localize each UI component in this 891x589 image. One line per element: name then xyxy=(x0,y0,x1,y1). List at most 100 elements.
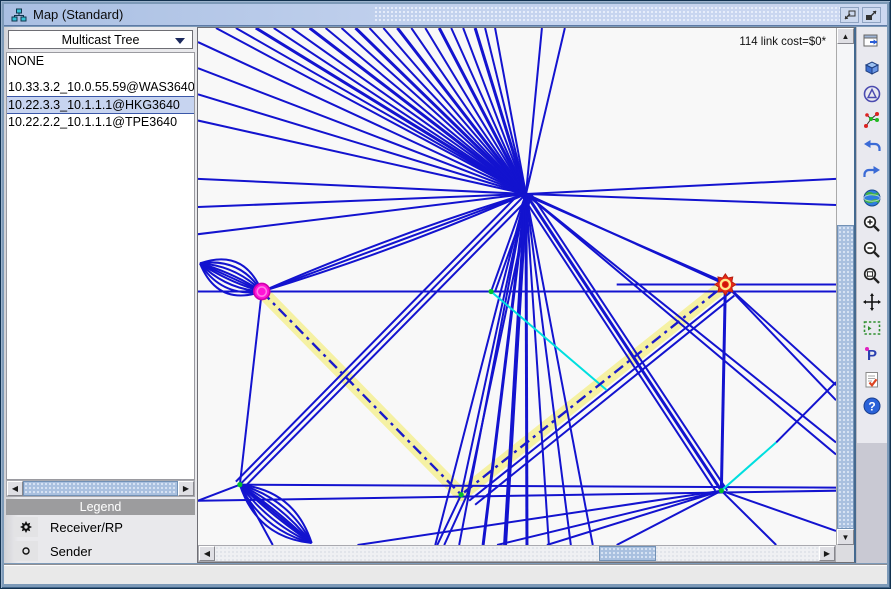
map-edge xyxy=(411,28,526,194)
map-edge xyxy=(240,485,312,543)
legend-label: Receiver/RP xyxy=(50,520,123,535)
scroll-down-button[interactable]: ▼ xyxy=(837,529,854,545)
tree-list-item[interactable]: 10.22.3.3_10.1.1.1@HKG3640 xyxy=(7,96,194,114)
map-toolbar: P? xyxy=(856,27,887,563)
map-edge xyxy=(526,194,549,545)
map-edge xyxy=(721,491,776,545)
zoom-area-button[interactable] xyxy=(860,265,884,287)
scroll-up-button[interactable]: ▲ xyxy=(837,28,854,44)
window-titlebar[interactable]: Map (Standard) xyxy=(4,4,887,26)
map-node[interactable] xyxy=(719,488,724,493)
zoom-out-icon xyxy=(862,240,882,260)
map-layers xyxy=(198,28,836,545)
path-tool-button[interactable]: P xyxy=(860,343,884,365)
map-edge xyxy=(526,28,565,194)
map-edge xyxy=(240,292,262,485)
link-cost-label: 114 link cost=$0* xyxy=(739,36,826,48)
map-node[interactable] xyxy=(237,482,242,487)
undo-button[interactable] xyxy=(860,135,884,157)
map-edge xyxy=(497,491,721,545)
legend-items: Receiver/RP Sender xyxy=(6,515,195,563)
print-button[interactable] xyxy=(860,57,884,79)
map-vscrollbar[interactable]: ▲ ▼ xyxy=(836,28,854,545)
receiver-rp-node[interactable] xyxy=(715,274,736,295)
sender-node[interactable] xyxy=(254,283,270,299)
map-edge xyxy=(240,194,526,485)
map-tree-icon xyxy=(11,8,27,22)
redo-icon xyxy=(862,163,882,181)
map-edge xyxy=(469,292,731,501)
scrollbar-thumb[interactable] xyxy=(599,546,656,561)
redo-button[interactable] xyxy=(860,161,884,183)
restore-icon xyxy=(843,10,856,21)
map-edge xyxy=(262,194,526,292)
scrollbar-thumb[interactable] xyxy=(23,481,178,496)
zoom-area-icon xyxy=(862,266,882,286)
map-edge xyxy=(200,263,262,291)
maximize-icon xyxy=(865,10,878,21)
help-button[interactable]: ? xyxy=(860,395,884,417)
circular-layout-button[interactable] xyxy=(860,83,884,105)
map-node[interactable] xyxy=(459,492,464,497)
select-area-button[interactable] xyxy=(860,317,884,339)
scroll-right-button[interactable]: ▶ xyxy=(178,481,194,496)
status-bar xyxy=(4,564,887,584)
restore-window-button[interactable] xyxy=(840,7,859,23)
graph-layout-icon xyxy=(862,110,882,130)
zoom-in-icon xyxy=(862,214,882,234)
pan-button[interactable] xyxy=(860,291,884,313)
tree-list-item[interactable]: 10.33.3.2_10.0.55.59@WAS3640 xyxy=(7,79,194,96)
legend-row: Sender xyxy=(6,539,195,563)
overview-window-button[interactable] xyxy=(860,31,884,53)
zoom-in-button[interactable] xyxy=(860,213,884,235)
tree-list[interactable]: NONE 10.33.3.2_10.0.55.59@WAS364010.22.3.… xyxy=(6,52,195,480)
tree-list-item[interactable]: 10.22.2.2_10.1.1.1@TPE3640 xyxy=(7,114,194,131)
receiver-rp-icon xyxy=(14,517,38,537)
map-node[interactable] xyxy=(488,289,493,294)
report-icon xyxy=(862,370,882,390)
print-icon xyxy=(862,59,882,77)
scrollbar-track[interactable] xyxy=(837,44,854,529)
scroll-right-button[interactable]: ▶ xyxy=(819,546,835,561)
map-edge xyxy=(526,194,836,205)
map-edge xyxy=(526,179,836,194)
zoom-out-button[interactable] xyxy=(860,239,884,261)
map-edge xyxy=(721,442,776,490)
overview-window-icon xyxy=(862,33,882,51)
map-edge xyxy=(526,28,542,194)
toolbar-filler-panel xyxy=(857,443,887,563)
tree-list-hscrollbar[interactable]: ◀ ▶ xyxy=(6,480,195,497)
scrollbar-track[interactable] xyxy=(215,546,819,561)
scrollbar-track[interactable] xyxy=(23,481,178,496)
select-area-icon xyxy=(862,319,882,337)
tree-type-select[interactable]: Multicast Tree xyxy=(8,30,193,49)
map-edge xyxy=(721,491,836,531)
map-edge xyxy=(526,194,836,455)
map-edge xyxy=(198,491,836,501)
legend-title: Legend xyxy=(80,500,122,514)
maximize-window-button[interactable] xyxy=(862,7,881,23)
map-edge xyxy=(523,194,720,281)
map-edge xyxy=(531,194,727,491)
pan-icon xyxy=(862,292,882,312)
map-edge xyxy=(198,485,240,501)
svg-text:?: ? xyxy=(868,400,875,414)
legend-header: Legend xyxy=(6,499,195,515)
fit-view-button[interactable] xyxy=(860,187,884,209)
map-canvas[interactable]: 114 link cost=$0* xyxy=(198,28,836,545)
map-edge xyxy=(526,194,571,545)
chevron-down-icon xyxy=(175,38,185,44)
map-hscrollbar[interactable]: ◀ ▶ xyxy=(198,545,836,562)
tree-list-item[interactable]: NONE xyxy=(7,53,194,70)
report-button[interactable] xyxy=(860,369,884,391)
map-edge xyxy=(721,284,725,490)
map-edge xyxy=(526,194,527,545)
map-edge xyxy=(198,179,526,194)
scroll-left-button[interactable]: ◀ xyxy=(7,481,23,496)
scrollbar-thumb[interactable] xyxy=(837,225,854,529)
map-edge xyxy=(326,28,526,194)
graph-layout-button[interactable] xyxy=(860,109,884,131)
scroll-left-button[interactable]: ◀ xyxy=(199,546,215,561)
undo-icon xyxy=(862,137,882,155)
map-edge xyxy=(725,284,836,400)
